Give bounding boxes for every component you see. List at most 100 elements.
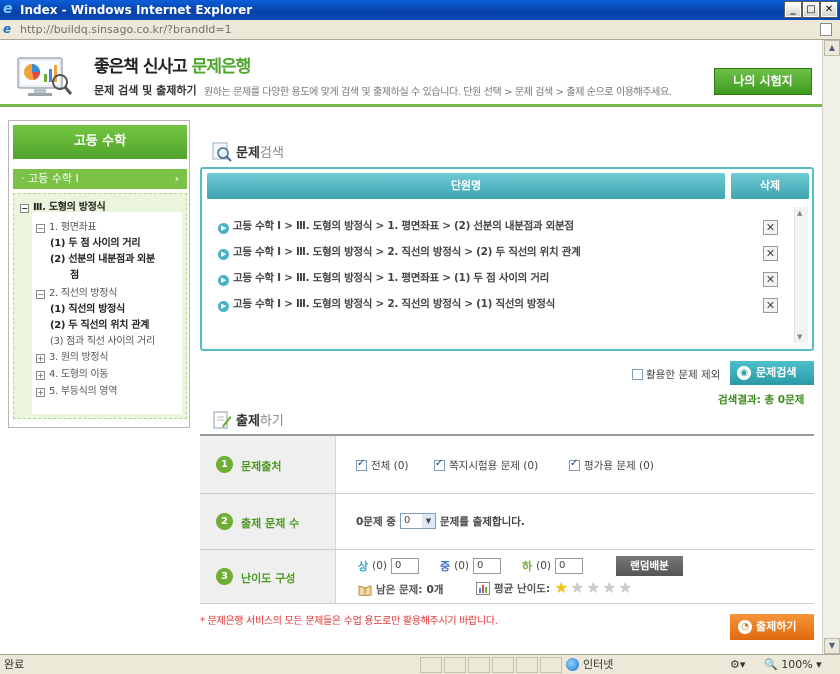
quiz-settings-table: 1 문제출처 전체 (0) 쪽지시험용 문제 (0) 평가용 문제 (0) 2 … <box>200 434 814 604</box>
source-option-all[interactable]: 전체 (0) <box>356 458 409 473</box>
sidebar-course[interactable]: · 고등 수학 Ⅰ › <box>13 169 187 189</box>
delete-unit-button[interactable]: ✕ <box>763 246 778 261</box>
delete-unit-button[interactable]: ✕ <box>763 272 778 287</box>
tree-section-2[interactable]: −2. 직선의 방정식 <box>36 284 117 299</box>
zoom-level[interactable]: 🔍 100% ▾ <box>764 655 822 674</box>
chevron-right-icon: › <box>174 172 179 185</box>
difficulty-low-label: 하 <box>522 560 533 573</box>
unit-list-scrollbar[interactable]: ▲ ▼ <box>794 207 808 343</box>
count-label: 출제 문제 수 <box>241 517 300 530</box>
scroll-up-icon[interactable]: ▲ <box>797 209 802 217</box>
delete-unit-button[interactable]: ✕ <box>763 220 778 235</box>
exclude-used-label: 활용한 문제 제외 <box>646 369 721 381</box>
difficulty-high-label: 상 <box>358 560 369 573</box>
scroll-up-arrow-icon[interactable]: ▲ <box>824 40 840 56</box>
expand-icon[interactable]: + <box>36 388 45 397</box>
ie-logo-icon: e <box>3 1 13 17</box>
tree-section-4[interactable]: +4. 도형의 이동 <box>36 365 109 380</box>
source-exam-checkbox[interactable] <box>569 458 580 471</box>
difficulty-mid-count: (0) <box>454 560 469 572</box>
tree-section-3[interactable]: +3. 원의 방정식 <box>36 348 109 363</box>
difficulty-high-input[interactable]: 0 <box>391 558 419 574</box>
count-prefix: 0문제 중 <box>356 515 396 528</box>
count-row: 2 출제 문제 수 0문제 중 0 문제를 출제합니다. <box>200 494 814 550</box>
question-search-button[interactable]: ◉ 문제검색 <box>730 361 814 385</box>
difficulty-stars: ★ ★ ★ ★ ★ <box>554 580 634 596</box>
difficulty-low-count: (0) <box>536 560 551 572</box>
source-option-exam[interactable]: 평가용 문제 (0) <box>569 458 654 473</box>
unit-tree: − Ⅲ. 도형의 방정식 −1. 평면좌표 (1) 두 점 사이의 거리 (2) … <box>13 193 187 419</box>
average-difficulty-label: 평균 난이도: <box>494 582 551 595</box>
tree-topic[interactable]: (2) 선분의 내분점과 외분 <box>50 250 155 265</box>
unit-column-header: 단원명 <box>207 173 725 199</box>
tree-topic[interactable]: (3) 점과 직선 사이의 거리 <box>50 332 155 347</box>
magnifier-icon <box>212 142 232 162</box>
play-bullet-icon: ▶ <box>218 223 229 234</box>
source-option-quiz[interactable]: 쪽지시험용 문제 (0) <box>434 458 538 473</box>
tree-section-1[interactable]: −1. 평면좌표 <box>36 218 97 233</box>
tree-topic-wrap[interactable]: 점 <box>70 266 79 281</box>
unit-path: 고등 수학 Ⅰ > Ⅲ. 도형의 방정식 > 2. 직선의 방정식 > (1) … <box>233 298 556 310</box>
difficulty-row-label: 3 난이도 구성 <box>200 550 336 603</box>
address-url[interactable]: http://buildq.sinsago.co.kr/?brandId=1 <box>20 22 232 37</box>
status-bar: 완료 인터넷 ⚙▾ 🔍 100% ▾ <box>0 654 840 674</box>
source-quiz-label: 쪽지시험용 문제 (0) <box>449 460 539 472</box>
maximize-button[interactable]: □ <box>802 1 820 18</box>
sidebar-title[interactable]: 고등 수학 <box>13 125 187 159</box>
sidebar-course-label: 고등 수학 Ⅰ <box>28 172 79 185</box>
question-count-sentence: 0문제 중 0 문제를 출제합니다. <box>356 513 525 529</box>
collapse-icon[interactable]: − <box>20 204 29 213</box>
protected-mode-icon[interactable]: ⚙▾ <box>730 655 745 674</box>
window-titlebar: e Index - Windows Internet Explorer _ □ … <box>0 0 840 20</box>
selected-unit-row: ▶ 고등 수학 Ⅰ > Ⅲ. 도형의 방정식 > 2. 직선의 방정식 > (1)… <box>218 296 555 312</box>
star-icon: ★ <box>602 578 617 597</box>
my-test-button[interactable]: 나의 시험지 <box>714 68 812 95</box>
clock-icon: ◔ <box>738 620 752 634</box>
collapse-icon[interactable]: − <box>36 224 45 233</box>
status-cell <box>540 657 562 673</box>
minimize-button[interactable]: _ <box>784 1 802 18</box>
play-bullet-icon: ▶ <box>218 249 229 260</box>
source-all-checkbox[interactable] <box>356 458 367 471</box>
page-header: 좋은책 신사고 문제은행 문제 검색 및 출제하기 원하는 문제를 다양한 용도… <box>0 40 822 107</box>
search-icon: ◉ <box>737 366 751 380</box>
source-row: 1 문제출처 전체 (0) 쪽지시험용 문제 (0) 평가용 문제 (0) <box>200 436 814 494</box>
tree-topic[interactable]: (2) 두 직선의 위치 관계 <box>50 316 149 331</box>
difficulty-mid-label: 중 <box>440 560 451 573</box>
collapse-icon[interactable]: − <box>36 290 45 299</box>
star-icon: ★ <box>618 578 633 597</box>
tree-topic[interactable]: (1) 두 점 사이의 거리 <box>50 234 141 249</box>
unit-path: 고등 수학 Ⅰ > Ⅲ. 도형의 방정식 > 1. 평면좌표 > (2) 선분의… <box>233 220 574 232</box>
close-window-button[interactable]: ✕ <box>820 1 838 18</box>
scroll-down-icon[interactable]: ▼ <box>797 333 802 341</box>
source-quiz-checkbox[interactable] <box>434 458 445 471</box>
security-zone: 인터넷 <box>566 655 613 674</box>
remaining-label: 남은 문제: <box>376 584 423 596</box>
selected-unit-row: ▶ 고등 수학 Ⅰ > Ⅲ. 도형의 방정식 > 1. 평면좌표 > (1) 두 … <box>218 270 549 286</box>
unit-path: 고등 수학 Ⅰ > Ⅲ. 도형의 방정식 > 1. 평면좌표 > (1) 두 점… <box>233 272 550 284</box>
delete-unit-button[interactable]: ✕ <box>763 298 778 313</box>
create-test-button[interactable]: ◔ 출제하기 <box>730 614 814 640</box>
page-icon[interactable] <box>820 23 832 36</box>
difficulty-low-input[interactable]: 0 <box>555 558 583 574</box>
window-controls: _ □ ✕ <box>784 1 838 18</box>
scroll-down-arrow-icon[interactable]: ▼ <box>824 638 840 654</box>
window-title: Index - Windows Internet Explorer <box>20 3 253 17</box>
exclude-used-checkbox[interactable] <box>632 369 643 380</box>
difficulty-mid-input[interactable]: 0 <box>473 558 501 574</box>
star-icon: ★ <box>586 578 601 597</box>
tree-topic[interactable]: (1) 직선의 방정식 <box>50 300 125 315</box>
expand-icon[interactable]: + <box>36 354 45 363</box>
heading-light: 검색 <box>259 146 284 161</box>
expand-icon[interactable]: + <box>36 371 45 380</box>
random-distribute-button[interactable]: 랜덤배분 <box>616 556 683 576</box>
difficulty-mid: 중 (0) 0 <box>440 558 501 574</box>
page-scrollbar[interactable]: ▲ ▼ <box>822 40 840 654</box>
question-count-select[interactable]: 0 <box>399 513 436 529</box>
exclude-used-option[interactable]: 활용한 문제 제외 <box>632 367 720 382</box>
difficulty-low: 하 (0) 0 <box>522 558 583 574</box>
tree-chapter-3[interactable]: − Ⅲ. 도형의 방정식 <box>20 198 106 213</box>
step-number-badge: 1 <box>216 456 233 473</box>
tree-label: 2. 직선의 방정식 <box>49 288 118 299</box>
tree-section-5[interactable]: +5. 부등식의 영역 <box>36 382 117 397</box>
